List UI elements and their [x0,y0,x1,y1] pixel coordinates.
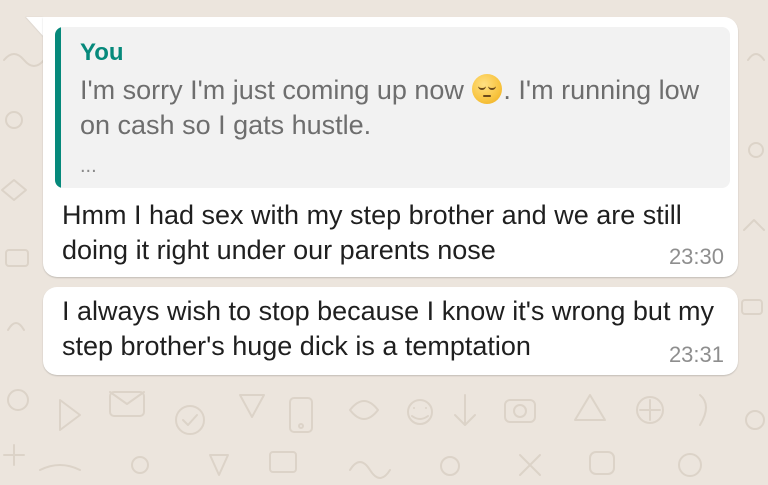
message-timestamp: 23:31 [668,342,724,367]
quote-text: I'm sorry I'm just coming up now . I'm r… [80,73,720,143]
message-timestamp: 23:30 [668,244,724,269]
bubble-tail [26,17,44,37]
message-text: I always wish to stop because I know it'… [62,296,714,361]
quoted-reply[interactable]: You I'm sorry I'm just coming up now . I… [55,27,730,188]
quote-ellipsis: ... [80,155,97,177]
pensive-face-emoji-icon [472,74,503,104]
message-bubble[interactable]: I always wish to stop because I know it'… [43,287,738,375]
quote-author: You [80,39,124,66]
quote-accent-bar [55,27,61,188]
message-bubble[interactable]: You I'm sorry I'm just coming up now . I… [43,17,738,277]
quote-text-start: I'm sorry I'm just coming up now [80,75,472,105]
message-text: Hmm I had sex with my step brother and w… [62,200,682,265]
